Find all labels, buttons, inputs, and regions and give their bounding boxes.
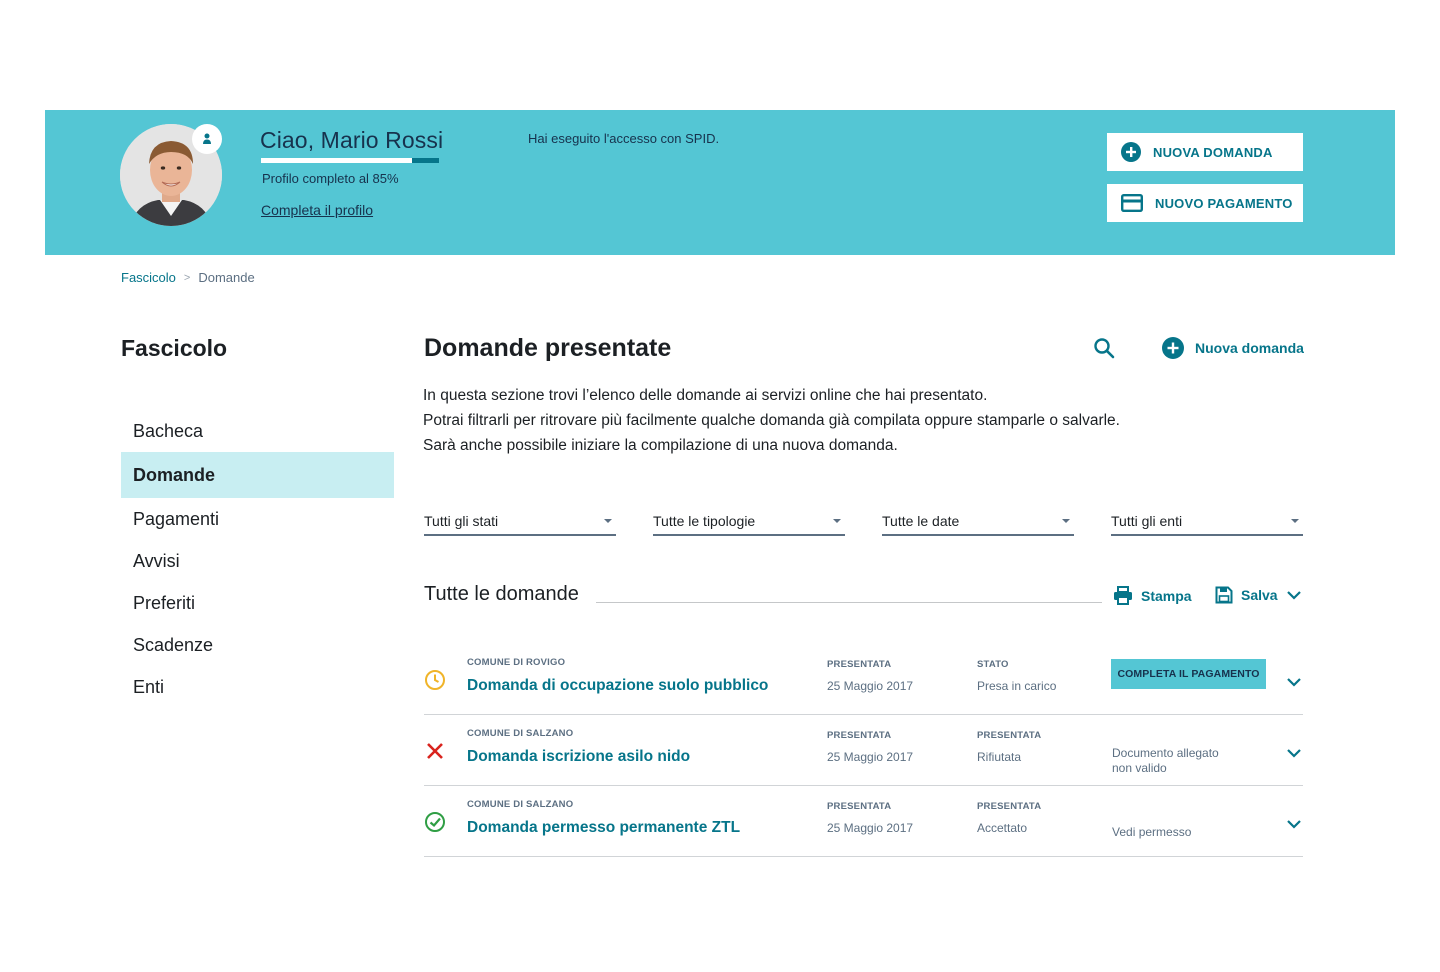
new-payment-label: NUOVO PAGAMENTO xyxy=(1155,195,1293,211)
profile-completion-text: Profilo completo al 85% xyxy=(262,171,399,186)
save-label: Salva xyxy=(1241,587,1278,603)
sidebar-title: Fascicolo xyxy=(121,335,228,361)
search-icon[interactable] xyxy=(1093,337,1115,364)
new-request-link-label: Nuova domanda xyxy=(1195,340,1304,356)
new-request-link[interactable]: Nuova domanda xyxy=(1162,337,1304,359)
sidebar-item-domande[interactable]: Domande xyxy=(121,452,394,498)
filter-value: Tutte le tipologie xyxy=(653,513,756,529)
profile-header: Ciao, Mario Rossi Profilo completo al 85… xyxy=(45,110,1395,255)
chevron-down-icon[interactable] xyxy=(1286,674,1302,692)
date-filter-select[interactable]: Tutte le date xyxy=(882,508,1074,536)
status-label: PRESENTATA xyxy=(977,801,1042,812)
request-title-link[interactable]: Domanda iscrizione asilo nido xyxy=(467,748,690,766)
divider xyxy=(596,602,1102,603)
profile-progress-fill xyxy=(261,158,413,163)
submitted-date: 25 Maggio 2017 xyxy=(827,679,914,693)
filter-bar: Tutti gli stati Tutte le tipologie Tutte… xyxy=(424,508,1303,536)
filter-value: Tutti gli stati xyxy=(424,513,499,529)
status-value: Rifiutata xyxy=(977,750,1022,764)
sidebar-item-scadenze[interactable]: Scadenze xyxy=(121,624,394,666)
caret-down-icon xyxy=(1062,519,1070,523)
intro-line: Sarà anche possibile iniziare la compila… xyxy=(423,437,898,454)
clock-icon xyxy=(424,669,446,696)
submitted-label: PRESENTATA xyxy=(827,730,892,741)
note-line: non valido xyxy=(1112,761,1167,775)
table-row[interactable]: COMUNE DI ROVIGO Domanda di occupazione … xyxy=(424,644,1303,715)
complete-profile-link[interactable]: Completa il profilo xyxy=(261,202,373,218)
sidebar-nav: Bacheca Domande Pagamenti Avvisi Preferi… xyxy=(121,410,394,708)
filter-value: Tutte le date xyxy=(882,513,960,529)
spid-status-text: Hai eseguito l'accesso con SPID. xyxy=(528,131,720,146)
caret-down-icon xyxy=(604,519,612,523)
status-filter-select[interactable]: Tutti gli stati xyxy=(424,508,616,536)
new-payment-button[interactable]: NUOVO PAGAMENTO xyxy=(1107,184,1303,222)
chevron-down-icon[interactable] xyxy=(1286,745,1302,763)
intro-text: In questa sezione trovi l’elenco delle d… xyxy=(423,383,1120,458)
entity-name: COMUNE DI SALZANO xyxy=(467,799,574,810)
entity-name: COMUNE DI ROVIGO xyxy=(467,657,566,668)
sidebar-item-enti[interactable]: Enti xyxy=(121,666,394,708)
credit-card-icon xyxy=(1121,194,1143,212)
submitted-date: 25 Maggio 2017 xyxy=(827,750,914,764)
chevron-down-icon[interactable] xyxy=(1286,816,1302,834)
new-request-label: NUOVA DOMANDA xyxy=(1153,144,1273,160)
submitted-label: PRESENTATA xyxy=(827,801,892,812)
breadcrumb-current: Domande xyxy=(198,270,255,285)
complete-payment-button[interactable]: COMPLETA IL PAGAMENTO xyxy=(1111,659,1266,689)
new-request-button[interactable]: NUOVA DOMANDA xyxy=(1107,133,1303,171)
intro-line: Potrai filtrarli per ritrovare più facil… xyxy=(423,412,1120,429)
caret-down-icon xyxy=(833,519,841,523)
check-circle-icon xyxy=(424,811,446,838)
list-title: Tutte le domande xyxy=(424,583,579,605)
page-title: Domande presentate xyxy=(424,334,672,362)
type-filter-select[interactable]: Tutte le tipologie xyxy=(653,508,845,536)
table-row[interactable]: COMUNE DI SALZANO Domanda permesso perma… xyxy=(424,786,1303,857)
avatar-container xyxy=(120,124,222,226)
status-value: Presa in carico xyxy=(977,679,1057,693)
entity-name: COMUNE DI SALZANO xyxy=(467,728,574,739)
submitted-label: PRESENTATA xyxy=(827,659,892,670)
printer-icon xyxy=(1114,586,1132,605)
floppy-disk-icon xyxy=(1215,586,1233,604)
caret-down-icon xyxy=(1291,519,1299,523)
table-row[interactable]: COMUNE DI SALZANO Domanda iscrizione asi… xyxy=(424,715,1303,786)
plus-circle-icon xyxy=(1162,337,1184,359)
filter-value: Tutti gli enti xyxy=(1111,513,1183,529)
save-button[interactable]: Salva xyxy=(1215,586,1302,604)
breadcrumb-parent-link[interactable]: Fascicolo xyxy=(121,270,176,285)
sidebar-item-preferiti[interactable]: Preferiti xyxy=(121,582,394,624)
plus-circle-icon xyxy=(1121,142,1141,162)
print-button[interactable]: Stampa xyxy=(1113,586,1192,605)
cross-icon xyxy=(424,740,446,767)
status-label: STATO xyxy=(977,659,1009,670)
breadcrumb-separator: > xyxy=(183,271,191,284)
entity-filter-select[interactable]: Tutti gli enti xyxy=(1111,508,1303,536)
print-label: Stampa xyxy=(1141,587,1192,604)
intro-line: In questa sezione trovi l’elenco delle d… xyxy=(423,387,988,404)
greeting: Ciao, Mario Rossi xyxy=(260,127,444,153)
rejection-note: Documento allegato non valido xyxy=(1112,746,1219,776)
request-title-link[interactable]: Domanda permesso permanente ZTL xyxy=(467,819,740,837)
chevron-down-icon xyxy=(1286,591,1301,600)
view-permit-link[interactable]: Vedi permesso xyxy=(1112,825,1191,840)
user-badge-icon[interactable] xyxy=(192,124,222,154)
sidebar-item-bacheca[interactable]: Bacheca xyxy=(121,410,394,452)
status-value: Accettato xyxy=(977,821,1028,835)
note-line: Documento allegato xyxy=(1112,746,1219,760)
submitted-date: 25 Maggio 2017 xyxy=(827,821,914,835)
sidebar-item-pagamenti[interactable]: Pagamenti xyxy=(121,498,394,540)
profile-progress-bar xyxy=(261,158,439,163)
breadcrumb: Fascicolo > Domande xyxy=(121,270,255,285)
request-title-link[interactable]: Domanda di occupazione suolo pubblico xyxy=(467,677,768,695)
sidebar-item-avvisi[interactable]: Avvisi xyxy=(121,540,394,582)
status-label: PRESENTATA xyxy=(977,730,1042,741)
